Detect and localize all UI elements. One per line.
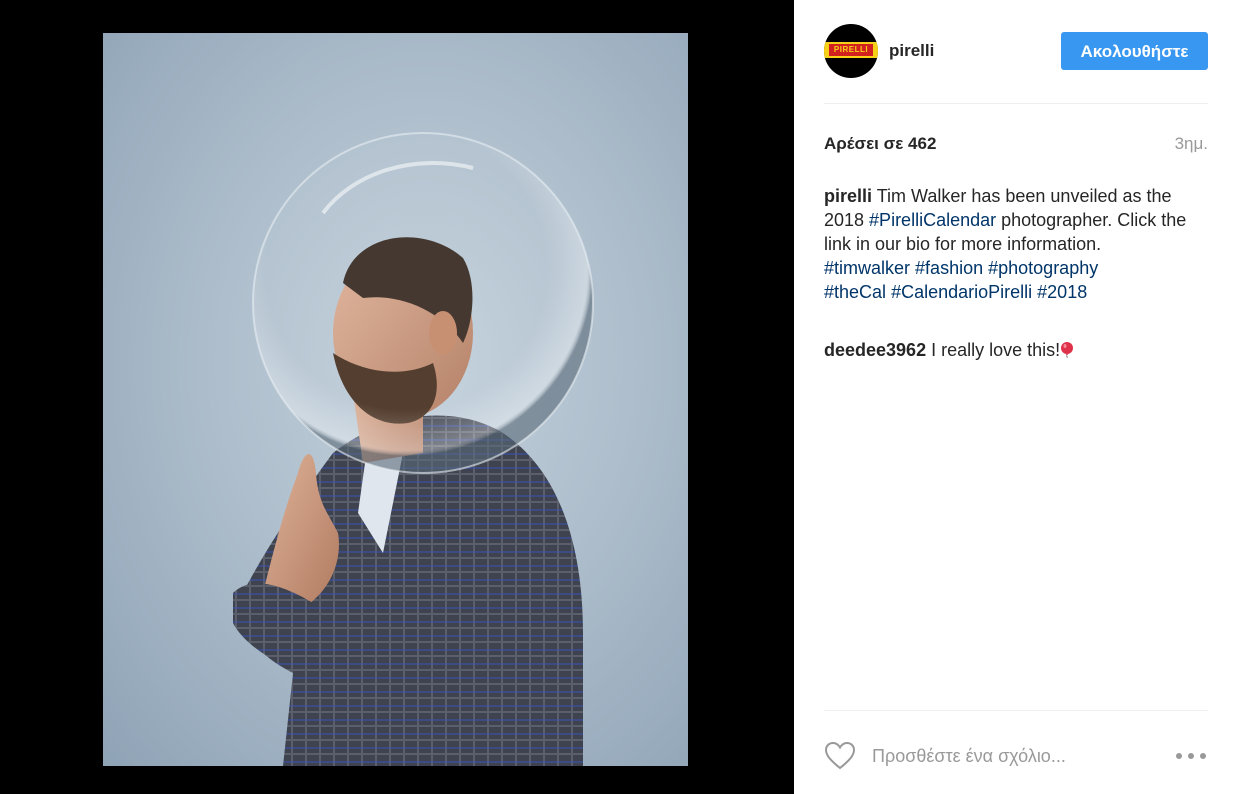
- photo-illustration: [233, 132, 594, 766]
- post-side-panel: PIRELLI pirelli Ακολουθήστε Αρέσει σε 46…: [794, 0, 1241, 794]
- post-footer: [824, 738, 1208, 774]
- hashtag-link[interactable]: #PirelliCalendar: [869, 210, 996, 230]
- heart-icon[interactable]: [824, 741, 856, 771]
- avatar[interactable]: PIRELLI: [824, 24, 878, 78]
- post-caption: pirelli Tim Walker has been unveiled as …: [824, 184, 1208, 304]
- hashtag-link[interactable]: #fashion: [915, 258, 983, 278]
- hashtag-link[interactable]: #timwalker: [824, 258, 910, 278]
- comment-text: I really love this!: [926, 340, 1061, 360]
- more-options-icon[interactable]: [1174, 746, 1208, 766]
- comment-item: deedee3962 I really love this!: [824, 338, 1208, 362]
- likes-count[interactable]: Αρέσει σε 462: [824, 134, 936, 154]
- avatar-brand-logo: PIRELLI: [829, 44, 873, 56]
- post-header: PIRELLI pirelli Ακολουθήστε: [824, 24, 1208, 80]
- hashtag-link[interactable]: #CalendarioPirelli: [891, 282, 1032, 302]
- likes-row: Αρέσει σε 462 3ημ.: [824, 134, 1208, 156]
- username-link[interactable]: pirelli: [889, 41, 934, 61]
- post-photo[interactable]: [103, 33, 688, 766]
- footer-divider: [824, 710, 1208, 711]
- post-timestamp[interactable]: 3ημ.: [1175, 134, 1208, 154]
- comment-input[interactable]: [872, 742, 1152, 770]
- photo-backdrop: [0, 0, 794, 794]
- header-divider: [824, 103, 1208, 104]
- follow-button[interactable]: Ακολουθήστε: [1061, 32, 1208, 70]
- balloon-emoji-icon: [1061, 342, 1074, 358]
- hashtag-link[interactable]: #2018: [1037, 282, 1087, 302]
- instagram-post-modal: PIRELLI pirelli Ακολουθήστε Αρέσει σε 46…: [0, 0, 1241, 794]
- hashtag-link[interactable]: #theCal: [824, 282, 886, 302]
- hashtag-link[interactable]: #photography: [988, 258, 1098, 278]
- caption-username[interactable]: pirelli: [824, 186, 872, 206]
- comment-username[interactable]: deedee3962: [824, 340, 926, 360]
